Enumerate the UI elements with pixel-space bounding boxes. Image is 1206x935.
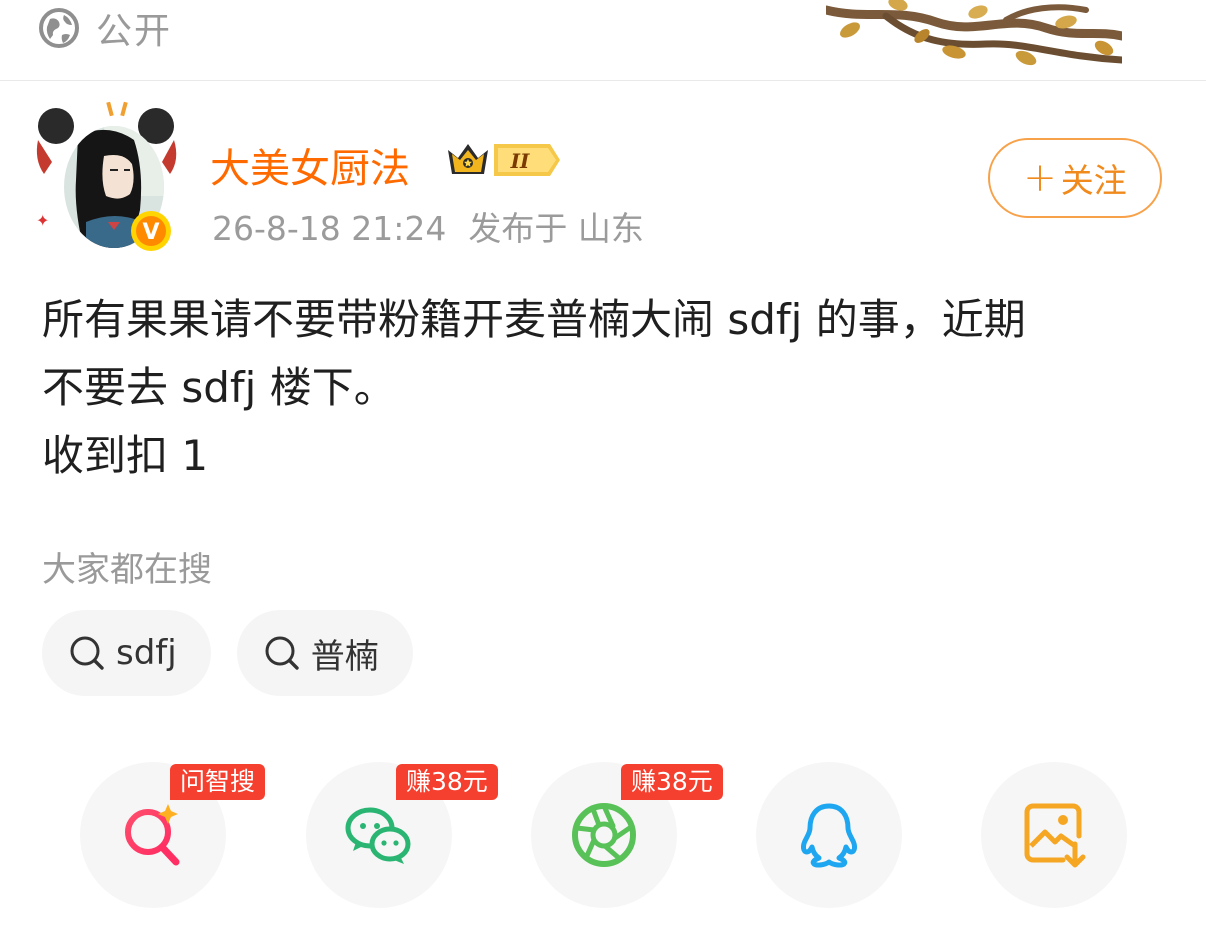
moments-icon bbox=[572, 803, 636, 867]
share-tag: 问智搜 bbox=[170, 764, 266, 800]
share-save-image-button[interactable] bbox=[981, 762, 1127, 908]
wechat-icon bbox=[345, 807, 411, 864]
globe-icon bbox=[39, 8, 79, 48]
share-tag: 赚38元 bbox=[621, 764, 723, 800]
member-level-badge[interactable]: II bbox=[444, 136, 562, 184]
search-chip-label: 普楠 bbox=[310, 636, 379, 677]
share-circle bbox=[756, 762, 902, 908]
author-name[interactable]: 大美女厨法 bbox=[210, 136, 410, 194]
trending-search-chips: sdfj 普楠 bbox=[42, 610, 413, 696]
search-chip-label: sdfj bbox=[116, 633, 177, 673]
post-line: 所有果果请不要带粉籍开麦普楠大闹 sdfj 的事，近期 bbox=[42, 295, 1026, 344]
svg-text:V: V bbox=[142, 220, 159, 245]
search-chip-punan[interactable]: 普楠 bbox=[236, 610, 413, 696]
follow-label: 关注 bbox=[1060, 161, 1127, 200]
badge-level-text: II bbox=[510, 149, 530, 173]
avatar[interactable]: ✦ V bbox=[34, 100, 180, 256]
share-circle bbox=[981, 762, 1127, 908]
share-qq-button[interactable] bbox=[756, 762, 902, 908]
qq-icon bbox=[801, 803, 857, 868]
verified-badge-icon: V bbox=[131, 211, 171, 251]
post-content: 所有果果请不要带粉籍开麦普楠大闹 sdfj 的事，近期 不要去 sdfj 楼下。… bbox=[42, 286, 1162, 490]
post-location: 发布于 山东 bbox=[468, 209, 644, 248]
trending-search-title: 大家都在搜 bbox=[42, 550, 212, 590]
save-image-icon bbox=[1024, 803, 1086, 868]
post-line: 收到扣 1 bbox=[42, 431, 209, 480]
visibility-indicator[interactable]: 公开 bbox=[38, 6, 172, 52]
svg-text:✦: ✦ bbox=[36, 211, 49, 230]
top-bar: 公开 bbox=[0, 0, 1206, 80]
search-chip-sdfj[interactable]: sdfj bbox=[42, 610, 211, 696]
ai-search-icon bbox=[125, 804, 180, 866]
share-moments-button[interactable]: 赚38元 bbox=[531, 762, 723, 908]
search-icon bbox=[70, 636, 104, 670]
share-tag: 赚38元 bbox=[396, 764, 498, 800]
plus-icon: + bbox=[1023, 155, 1057, 201]
share-ai-search-button[interactable]: 问智搜 bbox=[80, 762, 266, 908]
share-row: 问智搜 赚38元 赚38元 bbox=[80, 762, 1140, 912]
post-line: 不要去 sdfj 楼下。 bbox=[42, 363, 396, 412]
follow-button[interactable]: + 关注 bbox=[988, 138, 1162, 218]
visibility-label: 公开 bbox=[96, 11, 173, 52]
post-meta: 26-8-18 21:24 发布于 山东 bbox=[212, 202, 644, 250]
search-icon bbox=[265, 636, 299, 670]
share-wechat-button[interactable]: 赚38元 bbox=[306, 762, 498, 908]
branch-decoration bbox=[826, 0, 1122, 66]
post-timestamp: 26-8-18 21:24 bbox=[212, 209, 447, 248]
divider bbox=[0, 80, 1206, 81]
